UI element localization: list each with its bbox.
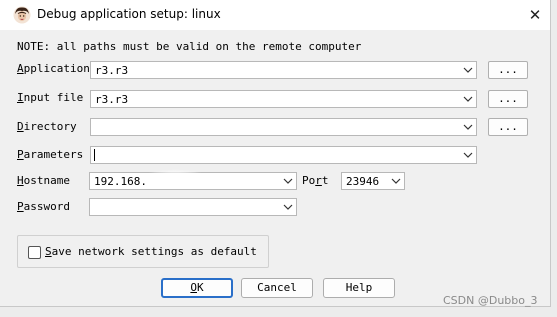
chevron-down-icon [283,204,293,210]
chevron-down-icon [463,152,473,158]
close-button[interactable]: ✕ [520,0,550,30]
port-value: 23946 [346,175,380,188]
chevron-down-icon [463,67,473,73]
port-combo[interactable]: 23946 [341,172,405,190]
application-browse-button[interactable]: ... [488,61,528,79]
port-label: Port [302,174,329,187]
window-title: Debug application setup: linux [37,7,221,21]
parameters-label: Parameters [17,148,84,161]
directory-combo[interactable] [90,118,477,136]
save-settings-checkbox[interactable] [28,246,41,259]
ida-avatar-icon [13,6,31,24]
parameters-combo[interactable] [90,146,477,164]
cancel-button[interactable]: Cancel [241,278,313,298]
ok-button[interactable]: OK [161,278,233,298]
watermark-text: CSDN @Dubbo_3 [443,294,538,307]
note-text: NOTE: all paths must be valid on the rem… [17,40,362,53]
directory-browse-button[interactable]: ... [488,118,528,136]
chevron-down-icon [463,96,473,102]
help-button[interactable]: Help [323,278,395,298]
title-bar: Debug application setup: linux ✕ [0,0,550,30]
input-file-label: Input file [17,91,84,104]
input-file-combo[interactable]: r3.r3 [90,90,477,108]
chevron-down-icon [283,178,293,184]
chevron-down-icon [463,124,473,130]
hostname-label: Hostname [17,174,70,187]
input-file-value: r3.r3 [95,93,129,106]
directory-label: Directory [17,120,77,133]
close-icon: ✕ [528,6,542,24]
chevron-down-icon [391,178,401,184]
save-settings-label[interactable]: Save network settings as default [45,245,257,258]
application-combo[interactable]: r3.r3 [90,61,477,79]
application-label: Application [17,62,90,75]
dialog-window: Debug application setup: linux ✕ NOTE: a… [0,0,551,307]
password-label: Password [17,200,70,213]
application-value: r3.r3 [95,64,129,77]
text-caret [94,149,95,161]
background-window-edge [551,300,557,310]
password-combo[interactable] [89,198,297,216]
redaction-blur [140,169,210,189]
save-settings-group: Save network settings as default [17,235,269,268]
input-file-browse-button[interactable]: ... [488,90,528,108]
